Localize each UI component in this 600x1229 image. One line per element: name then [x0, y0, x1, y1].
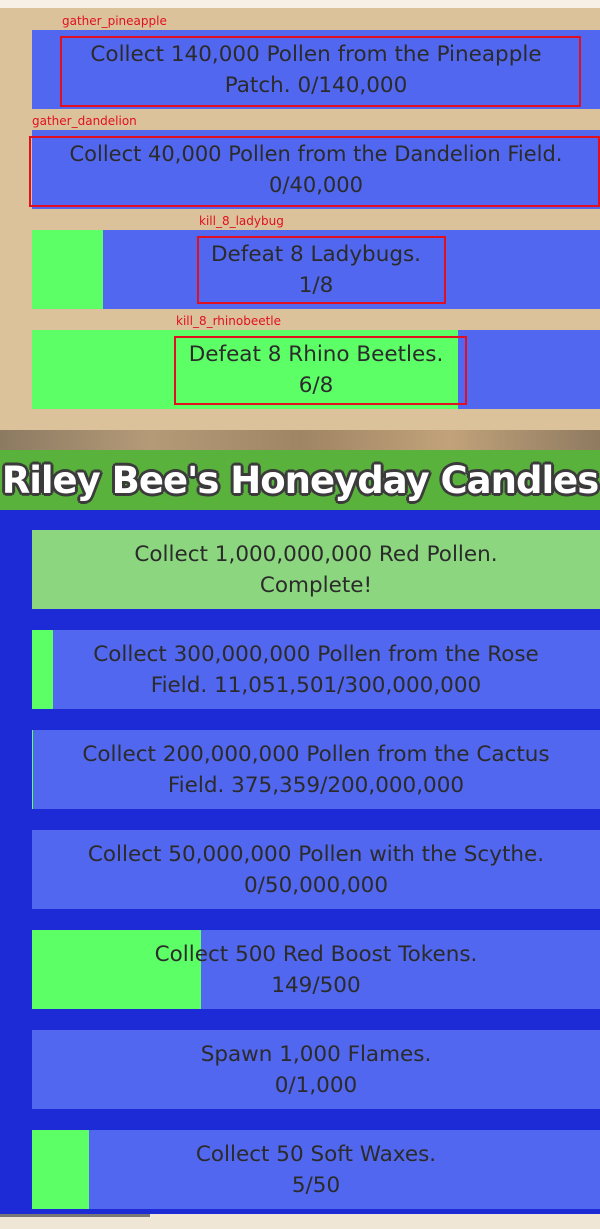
quest-item[interactable]: Collect 50 Soft Waxes. 5/50 [32, 1130, 600, 1209]
quest-description: Collect 50,000,000 Pollen with the Scyth… [87, 841, 545, 867]
quest-description: Collect 50 Soft Waxes. [195, 1141, 437, 1167]
top-strip [0, 0, 600, 8]
quest-progress-text: 149/500 [271, 972, 361, 998]
quest-item[interactable]: Collect 300,000,000 Pollen from the Rose… [32, 630, 600, 709]
quest-progress-text: 0/50,000,000 [243, 872, 389, 898]
annotation-label: kill_8_ladybug [199, 214, 284, 228]
annotation-box [197, 236, 446, 304]
section-header: Riley Bee's Honeyday Candles [0, 450, 600, 510]
quest-progress-text: Complete! [259, 572, 373, 598]
bottom-strip [0, 1214, 600, 1229]
quest-item[interactable]: Collect 50,000,000 Pollen with the Scyth… [32, 830, 600, 909]
quest-description: Collect 200,000,000 Pollen from the Cact… [82, 741, 550, 767]
quest-progress-text: Field. 375,359/200,000,000 [167, 772, 465, 798]
quest-item[interactable]: Collect 500 Red Boost Tokens. 149/500 [32, 930, 600, 1009]
annotation-box [174, 336, 467, 405]
quest-item[interactable]: Spawn 1,000 Flames. 0/1,000 [32, 1030, 600, 1109]
annotation-box [29, 136, 600, 207]
quest-progress-text: 5/50 [291, 1172, 341, 1198]
quest-item[interactable]: Collect 200,000,000 Pollen from the Cact… [32, 730, 600, 809]
candle-quest-panel: Collect 1,000,000,000 Red Pollen. Comple… [0, 510, 600, 1214]
quest-description: Collect 300,000,000 Pollen from the Rose [93, 641, 539, 667]
quest-progress-text: 0/1,000 [274, 1072, 358, 1098]
quest-progress-text: Field. 11,051,501/300,000,000 [150, 672, 482, 698]
quest-description: Spawn 1,000 Flames. [200, 1041, 432, 1067]
section-title: Riley Bee's Honeyday Candles [1, 458, 600, 502]
annotation-box [60, 36, 581, 107]
section-divider [0, 430, 600, 450]
annotation-label: gather_dandelion [32, 114, 137, 128]
quest-item[interactable]: Collect 1,000,000,000 Red Pollen. Comple… [32, 530, 600, 609]
annotation-label: kill_8_rhinobeetle [176, 314, 281, 328]
annotation-label: gather_pineapple [62, 14, 167, 28]
quest-description: Collect 500 Red Boost Tokens. [154, 941, 478, 967]
quest-description: Collect 1,000,000,000 Red Pollen. [134, 541, 498, 567]
